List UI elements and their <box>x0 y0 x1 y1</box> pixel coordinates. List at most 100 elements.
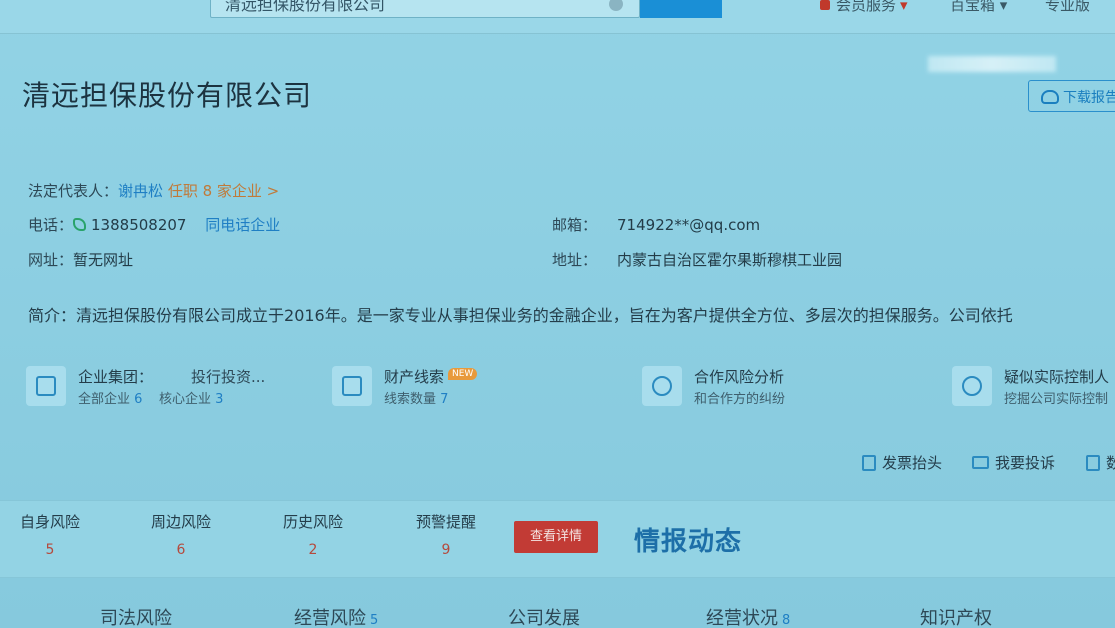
clue-count-value: 7 <box>440 392 449 407</box>
historical-risk-label: 历史风险 <box>282 513 343 531</box>
address-label: 地址： <box>552 251 598 269</box>
surrounding-risk-count: 6 <box>176 542 186 558</box>
shield-check-icon <box>642 366 682 406</box>
enterprise-group-title: 企业集团： <box>78 368 154 386</box>
company-page: 清远担保股份有限公司 会员服务 ▾ 百宝箱 ▾ 专业版 下载报告 清远担保股份有限… <box>0 0 1115 628</box>
tab-label: 司法风险 <box>100 608 172 628</box>
download-report-button[interactable]: 下载报告 <box>1028 80 1115 112</box>
clear-icon[interactable] <box>609 0 623 11</box>
tab-business-status[interactable]: 经营状况 8 <box>706 604 790 628</box>
core-enterprises: 核心企业 3 <box>159 388 223 407</box>
surrounding-risk[interactable]: 周边风险 6 <box>136 511 226 558</box>
tab-label: 经营风险 <box>294 608 366 628</box>
controller-icon <box>952 366 992 406</box>
cloud-download-icon <box>1041 90 1059 104</box>
intro-label: 简介： <box>28 306 77 325</box>
all-enterprises-count: 6 <box>134 392 143 407</box>
actual-controller-card[interactable]: 疑似实际控制人 挖掘公司实际控制 <box>952 364 1115 408</box>
property-clues-label: 财产线索 <box>384 368 445 386</box>
warning-alert[interactable]: 预警提醒 9 <box>401 511 491 558</box>
invoice-title-link[interactable]: 发票抬头 <box>862 452 942 473</box>
property-clues-title: 财产线索 NEW <box>384 366 478 387</box>
intro-text: 清远担保股份有限公司成立于2016年。是一家专业从事担保业务的金融企业，旨在为客… <box>76 306 1013 325</box>
legal-rep-label: 法定代表人： <box>28 182 119 200</box>
data-label: 数 <box>1106 454 1115 472</box>
email-label: 邮箱： <box>552 216 598 234</box>
blurred-username <box>928 56 1056 72</box>
self-risk[interactable]: 自身风险 5 <box>5 511 95 558</box>
tab-count: 5 <box>370 613 379 628</box>
tab-label: 公司发展 <box>508 608 580 628</box>
self-risk-label: 自身风险 <box>19 513 80 531</box>
search-query: 清远担保股份有限公司 <box>225 0 386 14</box>
company-intro: 简介：清远担保股份有限公司成立于2016年。是一家专业从事担保业务的金融企业，旨… <box>28 302 1013 326</box>
cooperation-risk-title: 合作风险分析 <box>694 368 785 386</box>
member-icon <box>820 0 830 10</box>
property-clues-card[interactable]: 财产线索 NEW 线索数量 7 <box>332 364 532 408</box>
tab-label: 知识产权 <box>920 608 992 628</box>
tab-intellectual-property[interactable]: 知识产权 <box>920 604 992 628</box>
tab-label: 经营状况 <box>706 608 778 628</box>
historical-risk-count: 2 <box>308 542 318 558</box>
toolbox-label: 百宝箱 <box>950 0 996 14</box>
download-label: 下载报告 <box>1063 90 1115 106</box>
enterprise-group-name: 投行投资... <box>191 368 266 386</box>
mail-icon <box>972 456 989 469</box>
member-service-menu[interactable]: 会员服务 ▾ <box>820 0 908 15</box>
same-phone-link[interactable]: 同电话企业 <box>205 216 280 234</box>
clue-icon <box>332 366 372 406</box>
actual-controller-title: 疑似实际控制人 <box>1004 368 1110 386</box>
invoice-title-label: 发票抬头 <box>882 454 943 472</box>
new-badge: NEW <box>448 368 478 380</box>
tab-company-development[interactable]: 公司发展 <box>508 604 580 628</box>
search-button[interactable] <box>640 0 722 18</box>
top-bar: 清远担保股份有限公司 会员服务 ▾ 百宝箱 ▾ 专业版 <box>0 0 1115 34</box>
section-tabs: 司法风险 经营风险 5 公司发展 经营状况 8 知识产权 <box>0 590 1115 628</box>
pro-version-link[interactable]: 专业版 <box>1045 0 1090 15</box>
legal-rep-roles-link[interactable]: 任职 8 家企业 > <box>168 182 279 200</box>
cooperation-risk-card[interactable]: 合作风险分析 和合作方的纠纷 <box>642 364 842 408</box>
risk-summary-bar: 自身风险 5 周边风险 6 历史风险 2 预警提醒 9 查看详情 情报动态 <box>0 500 1115 578</box>
surrounding-risk-label: 周边风险 <box>150 513 211 531</box>
warning-alert-count: 9 <box>441 542 451 558</box>
chevron-down-icon: ▾ <box>999 0 1008 14</box>
website-row: 网址：暂无网址 <box>28 249 133 270</box>
tab-operational-risk[interactable]: 经营风险 5 <box>294 604 378 628</box>
email-value: 714922**@qq.com <box>617 216 761 234</box>
all-enterprises: 全部企业 6 <box>78 388 142 407</box>
legal-representative-row: 法定代表人：谢冉松 任职 8 家企业 > <box>28 180 279 201</box>
self-risk-count: 5 <box>45 542 55 558</box>
phone-icon <box>73 218 87 231</box>
toolbox-menu[interactable]: 百宝箱 ▾ <box>950 0 1007 15</box>
clue-count: 线索数量 7 <box>384 388 448 407</box>
complaint-link[interactable]: 我要投诉 <box>972 452 1055 473</box>
website-label: 网址： <box>28 251 74 269</box>
complaint-label: 我要投诉 <box>995 454 1056 472</box>
phone-value: 1388508207 <box>91 216 187 234</box>
search-input[interactable]: 清远担保股份有限公司 <box>210 0 640 18</box>
invoice-icon <box>862 455 876 471</box>
all-enterprises-label: 全部企业 <box>78 392 131 407</box>
address-row: 地址： 内蒙古自治区霍尔果斯穆棋工业园 <box>552 249 842 270</box>
data-link[interactable]: 数 <box>1086 452 1115 473</box>
cooperation-risk-sub: 和合作方的纠纷 <box>694 392 786 407</box>
core-enterprises-label: 核心企业 <box>159 392 212 407</box>
clue-count-label: 线索数量 <box>384 392 437 407</box>
building-icon <box>26 366 66 406</box>
actual-controller-sub: 挖掘公司实际控制 <box>1004 392 1109 407</box>
view-details-button[interactable]: 查看详情 <box>514 521 598 553</box>
tab-count: 8 <box>782 613 791 628</box>
company-name: 清远担保股份有限公司 <box>22 79 313 112</box>
phone-label: 电话： <box>28 216 74 234</box>
legal-rep-name-link[interactable]: 谢冉松 <box>118 182 163 200</box>
tab-judicial-risk[interactable]: 司法风险 <box>100 604 172 628</box>
warning-alert-label: 预警提醒 <box>415 513 476 531</box>
intel-dynamics-title[interactable]: 情报动态 <box>634 521 742 558</box>
email-row: 邮箱： 714922**@qq.com <box>552 214 760 235</box>
address-value: 内蒙古自治区霍尔果斯穆棋工业园 <box>617 251 843 269</box>
core-enterprises-count: 3 <box>215 392 224 407</box>
chevron-down-icon: ▾ <box>900 0 908 14</box>
data-icon <box>1086 455 1100 471</box>
enterprise-group-card[interactable]: 企业集团： 投行投资... 全部企业 6 核心企业 3 <box>26 364 316 408</box>
historical-risk[interactable]: 历史风险 2 <box>268 511 358 558</box>
